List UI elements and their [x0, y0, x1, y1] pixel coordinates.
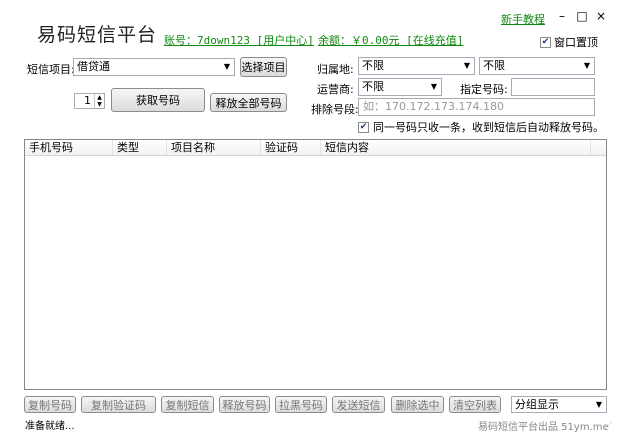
account-link[interactable]: 账号：7down123 [用户中心] [164, 32, 314, 48]
exclude-label: 排除号段: [311, 103, 359, 116]
status-text: 准备就绪... [25, 421, 75, 432]
column-header[interactable]: 项目名称 [167, 140, 261, 155]
auto-release-label: 同一号码只收一条，收到短信后自动释放号码。 [373, 121, 604, 134]
project-select[interactable]: 借贷通 ▼ [73, 58, 235, 76]
restore-button[interactable]: □ [575, 9, 589, 23]
auto-release-checkbox[interactable]: ✔ [358, 121, 369, 133]
balance-link[interactable]: 余额：￥0.00元 [在线充值] [318, 32, 463, 48]
column-header[interactable]: 短信内容 [321, 140, 591, 155]
select-project-button[interactable]: 选择项目 [240, 57, 287, 77]
chevron-down-icon: ▼ [223, 62, 231, 71]
quantity-value: 1 [84, 94, 91, 107]
quantity-stepper[interactable]: 1 ▲ ▼ [74, 93, 105, 109]
group-display-value: 分组显示 [515, 398, 559, 411]
region-value-1: 不限 [362, 59, 384, 72]
region-select-1[interactable]: 不限 ▼ [358, 57, 475, 75]
auto-release-option[interactable]: ✔ 同一号码只收一条，收到短信后自动释放号码。 [358, 119, 604, 135]
close-button[interactable]: × [594, 9, 608, 23]
copy-code-button[interactable]: 复制验证码 [81, 396, 156, 413]
column-header[interactable]: 类型 [113, 140, 167, 155]
group-display-select[interactable]: 分组显示 ▼ [511, 396, 607, 413]
always-on-top-checkbox[interactable]: ✔ [540, 36, 551, 48]
operator-select[interactable]: 不限 ▼ [358, 78, 442, 96]
help-link[interactable]: 新手教程 [501, 11, 545, 27]
stepper-up-icon[interactable]: ▲ [95, 94, 104, 101]
delete-selected-button[interactable]: 删除选中 [391, 396, 444, 413]
chevron-down-icon: ▼ [595, 400, 603, 409]
clear-list-button[interactable]: 清空列表 [449, 396, 501, 413]
always-on-top-option[interactable]: ✔ 窗口置顶 [540, 34, 598, 50]
copy-number-button[interactable]: 复制号码 [24, 396, 76, 413]
region-select-2[interactable]: 不限 ▼ [479, 57, 595, 75]
column-header[interactable]: 手机号码 [25, 140, 113, 155]
operator-value: 不限 [362, 80, 384, 93]
release-all-button[interactable]: 释放全部号码 [210, 93, 287, 112]
blacklist-number-button[interactable]: 拉黑号码 [275, 396, 327, 413]
stepper-down-icon[interactable]: ▼ [95, 101, 104, 108]
specify-number-input[interactable] [511, 78, 595, 96]
send-sms-button[interactable]: 发送短信 [332, 396, 385, 413]
region-label: 归属地: [317, 63, 354, 76]
get-number-button[interactable]: 获取号码 [111, 88, 205, 112]
chevron-down-icon: ▼ [463, 61, 471, 70]
footer-credit: 易码短信平台出品 51ym.me [478, 422, 609, 433]
release-number-button[interactable]: 释放号码 [219, 396, 270, 413]
project-value: 借贷通 [77, 60, 110, 73]
minimize-button[interactable]: – [555, 9, 569, 23]
table-header: 手机号码 类型 项目名称 验证码 短信内容 [25, 140, 606, 156]
app-title: 易码短信平台 [37, 24, 158, 46]
stepper-arrows[interactable]: ▲ ▼ [94, 94, 104, 108]
copy-sms-button[interactable]: 复制短信 [161, 396, 214, 413]
sms-table[interactable]: 手机号码 类型 项目名称 验证码 短信内容 [24, 139, 607, 390]
project-label: 短信项目: [27, 63, 75, 76]
exclude-input[interactable]: 如：170.172.173.174.180 [358, 98, 595, 116]
specify-number-label: 指定号码: [460, 83, 508, 96]
operator-label: 运营商: [317, 83, 354, 96]
chevron-down-icon: ▼ [583, 61, 591, 70]
resize-grip-icon[interactable]: ⋰ [604, 421, 612, 430]
column-header[interactable]: 验证码 [261, 140, 321, 155]
region-value-2: 不限 [483, 59, 505, 72]
always-on-top-label: 窗口置顶 [554, 36, 598, 49]
chevron-down-icon: ▼ [430, 82, 438, 91]
